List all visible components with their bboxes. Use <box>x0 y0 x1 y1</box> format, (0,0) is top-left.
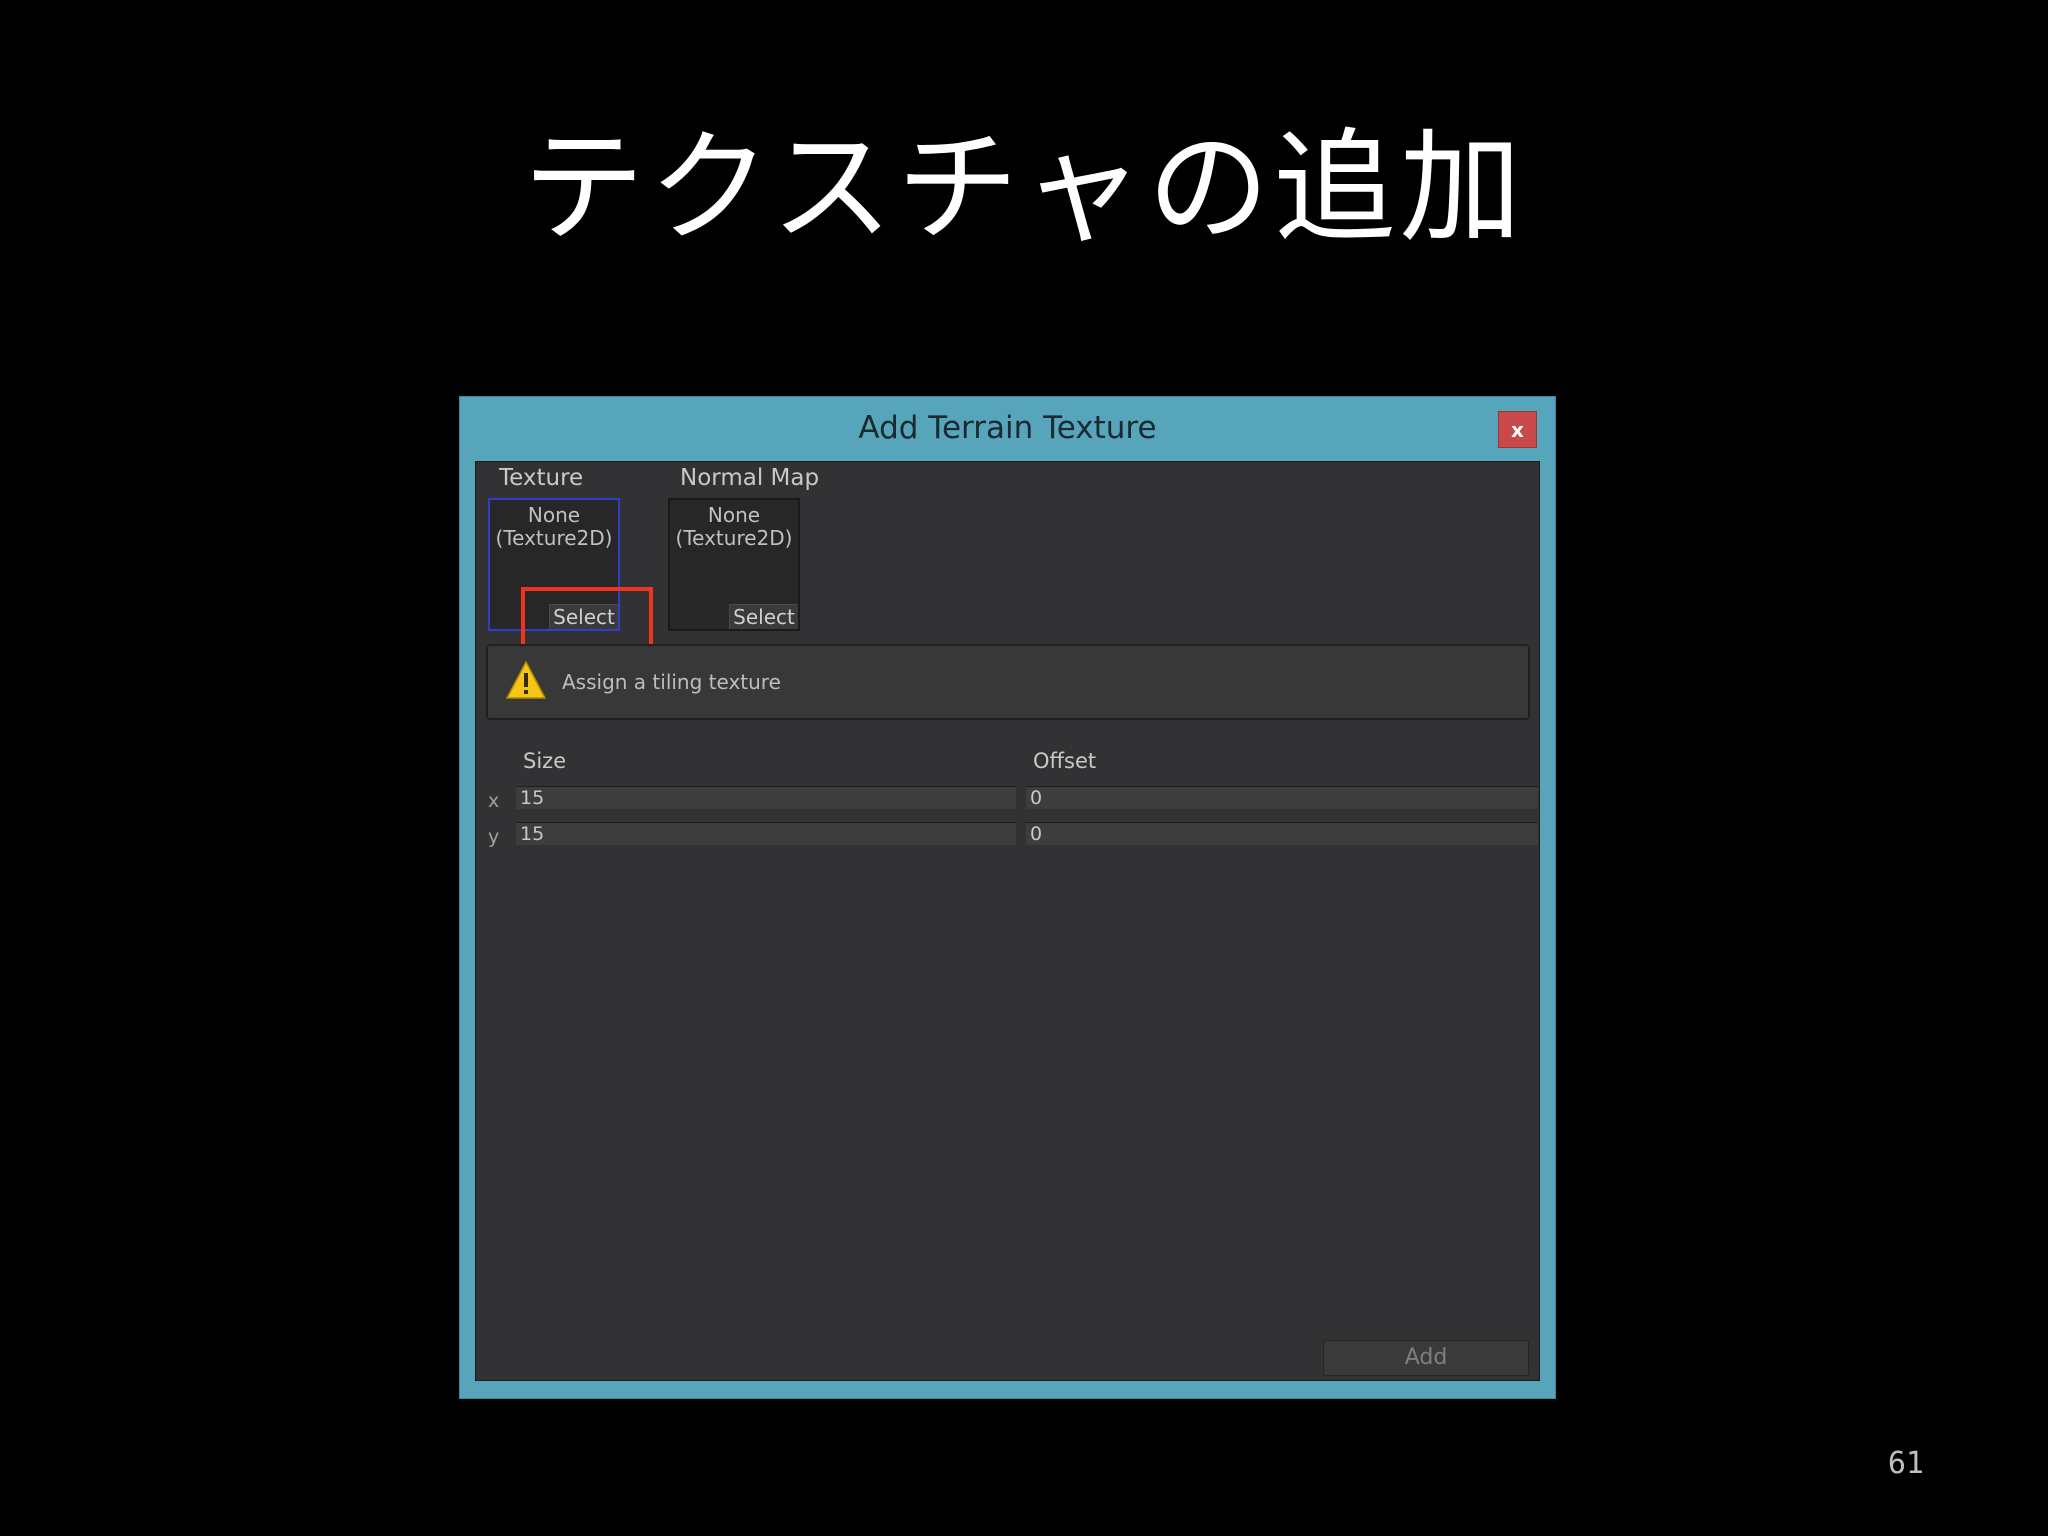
offset-y-field[interactable]: 0 <box>1026 822 1538 845</box>
y-axis-label: y <box>488 826 500 848</box>
help-box: Assign a tiling texture <box>486 644 1530 720</box>
texture-slot-value: None (Texture2D) <box>495 503 613 550</box>
normal-map-slot-value: None (Texture2D) <box>675 503 793 550</box>
normal-map-label: Normal Map <box>680 465 820 491</box>
close-button[interactable]: x <box>1498 411 1537 448</box>
size-label: Size <box>523 749 567 773</box>
size-x-field[interactable]: 15 <box>516 786 1016 809</box>
slide-title: テクスチャの追加 <box>522 117 1526 259</box>
texture-label: Texture <box>499 465 584 491</box>
help-message: Assign a tiling texture <box>562 670 781 694</box>
add-button[interactable]: Add <box>1323 1340 1529 1376</box>
dialog-content: Texture None (Texture2D) Select Normal M… <box>475 461 1540 1381</box>
x-axis-label: x <box>488 790 500 812</box>
page-number: 61 <box>1887 1446 1924 1481</box>
offset-label: Offset <box>1033 749 1097 773</box>
dialog-title: Add Terrain Texture <box>858 410 1157 446</box>
offset-x-field[interactable]: 0 <box>1026 786 1538 809</box>
dialog-window: Add Terrain Texture x Texture None (Text… <box>459 396 1556 1399</box>
size-y-field[interactable]: 15 <box>516 822 1016 845</box>
normal-map-slot[interactable]: None (Texture2D) Select <box>668 498 800 631</box>
normal-map-select-button[interactable]: Select <box>729 604 798 629</box>
warning-triangle-icon <box>506 660 546 699</box>
